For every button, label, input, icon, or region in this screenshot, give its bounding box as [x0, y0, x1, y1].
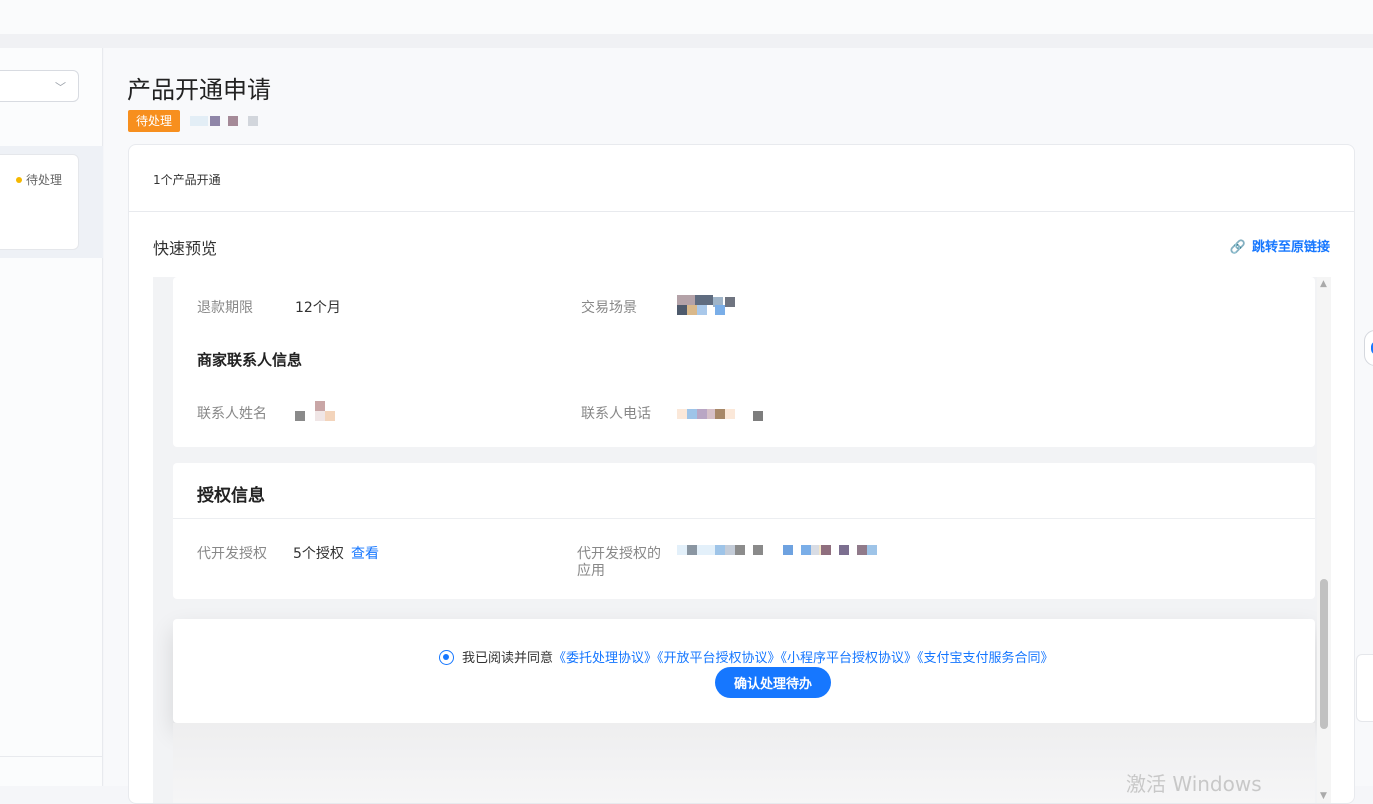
agreement-card: 我已阅读并同意《委托处理协议》《开放平台授权协议》《小程序平台授权协议》《支付宝…: [173, 619, 1315, 723]
refund-contact-card: 退款期限 12个月 交易场景 商家联系人信息 联系人姓名 联系人电话: [173, 277, 1315, 447]
main-content: 产品开通申请 待处理 1个产品开通 快速预览 🔗 跳转至原链接 退款期限 12个月…: [104, 48, 1373, 804]
authorization-title: 授权信息: [197, 486, 265, 506]
application-panel: 1个产品开通 快速预览 🔗 跳转至原链接 退款期限 12个月 交易场景 商家联系…: [128, 144, 1355, 804]
sidebar-divider: [0, 756, 103, 757]
jump-link-label: 跳转至原链接: [1251, 240, 1330, 255]
preview-scroll-area[interactable]: 退款期限 12个月 交易场景 商家联系人信息 联系人姓名 联系人电话 授权信息 …: [153, 277, 1331, 803]
view-authorizations-link[interactable]: 查看: [351, 543, 379, 563]
scrollbar-thumb[interactable]: [1320, 579, 1328, 729]
page-title: 产品开通申请: [127, 76, 271, 104]
agreement-links[interactable]: 《委托处理协议》《开放平台授权协议》《小程序平台授权协议》《支付宝支付服务合同》: [553, 651, 1054, 666]
jump-to-original-link[interactable]: 🔗 跳转至原链接: [1230, 236, 1330, 255]
sidebar: ﹀ 待处理: [0, 48, 103, 786]
dev-apps-label-line2: 应用: [577, 563, 605, 579]
dev-authorization-label: 代开发授权: [197, 546, 267, 562]
confirm-todo-button[interactable]: 确认处理待办: [715, 667, 831, 698]
preview-scrollbar[interactable]: ▲ ▼: [1317, 277, 1331, 803]
chevron-down-icon: ﹀: [55, 81, 66, 94]
agreement-prefix: 我已阅读并同意: [462, 651, 554, 666]
authorization-card: 授权信息 代开发授权 5个授权 查看 代开发授权的 应用: [173, 463, 1315, 599]
top-bar: [0, 0, 1373, 34]
authorization-divider: [173, 518, 1315, 519]
sidebar-list-item[interactable]: 待处理: [0, 154, 79, 250]
preview-title: 快速预览: [153, 239, 218, 258]
refund-period-value: 12个月: [295, 300, 341, 316]
product-count: 1个产品开通: [153, 173, 221, 187]
sidebar-filter-select[interactable]: ﹀: [0, 70, 79, 102]
windows-watermark: 激活 Windows: [1126, 772, 1262, 796]
sidebar-item-status: 待处理: [26, 173, 63, 187]
contact-name-label: 联系人姓名: [197, 406, 267, 422]
merchant-contact-title: 商家联系人信息: [197, 351, 303, 369]
refund-period-label: 退款期限: [197, 300, 253, 316]
floating-assistant-button[interactable]: [1364, 330, 1373, 366]
agreement-radio[interactable]: [439, 650, 454, 665]
floating-tool-panel[interactable]: [1356, 654, 1373, 722]
panel-header: 1个产品开通: [129, 145, 1354, 212]
scroll-down-icon[interactable]: ▼: [1320, 791, 1327, 801]
top-bar-strip: [0, 34, 1373, 48]
contact-phone-label: 联系人电话: [581, 406, 651, 422]
agreement-row: 我已阅读并同意《委托处理协议》《开放平台授权协议》《小程序平台授权协议》《支付宝…: [439, 647, 1054, 666]
link-icon: 🔗: [1229, 240, 1246, 255]
status-badge: 待处理: [128, 110, 181, 132]
dev-authorization-value: 5个授权: [293, 546, 344, 562]
trade-scene-label: 交易场景: [581, 300, 637, 316]
scroll-up-icon[interactable]: ▲: [1320, 279, 1327, 289]
pending-dot-icon: [16, 177, 22, 183]
